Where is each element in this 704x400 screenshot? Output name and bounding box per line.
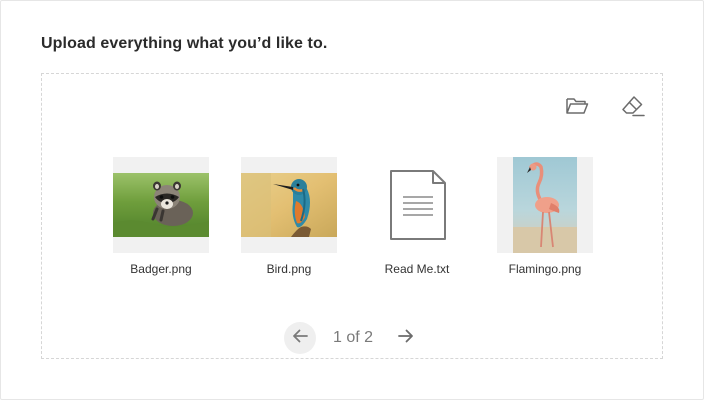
- file-name: Badger.png: [130, 262, 192, 276]
- file-name: Bird.png: [266, 262, 312, 276]
- file-thumbnail: [369, 157, 465, 253]
- file-dropzone[interactable]: Badger.png Bird.png Read Me.txt Flamingo…: [41, 73, 663, 359]
- badger-image: [113, 173, 209, 237]
- page-indicator: 1 of 2: [332, 329, 374, 346]
- eraser-icon: [620, 95, 646, 122]
- flamingo-image: [513, 157, 577, 253]
- file-item[interactable]: Read Me.txt: [369, 157, 465, 276]
- upload-card: Upload everything what you’d like to. Ba…: [0, 0, 704, 400]
- file-item[interactable]: Badger.png: [113, 157, 209, 276]
- clear-all-button[interactable]: [618, 94, 648, 122]
- file-name: Read Me.txt: [384, 262, 450, 276]
- file-thumbnail: [113, 157, 209, 253]
- text-file-icon: [390, 170, 446, 240]
- next-page-button[interactable]: [390, 322, 422, 354]
- folder-icon: [565, 96, 589, 121]
- arrow-right-icon: [398, 329, 414, 348]
- open-folder-button[interactable]: [562, 94, 592, 122]
- file-list: Badger.png Bird.png Read Me.txt Flamingo…: [42, 157, 662, 287]
- file-thumbnail: [241, 157, 337, 253]
- bird-image: [241, 173, 337, 237]
- file-name: Flamingo.png: [508, 262, 582, 276]
- pagination: 1 of 2: [42, 322, 662, 354]
- upload-heading: Upload everything what you’d like to.: [41, 35, 328, 52]
- file-thumbnail: [497, 157, 593, 253]
- file-item[interactable]: Bird.png: [241, 157, 337, 276]
- previous-page-button[interactable]: [284, 322, 316, 354]
- arrow-left-icon: [292, 329, 308, 348]
- file-item[interactable]: Flamingo.png: [497, 157, 593, 276]
